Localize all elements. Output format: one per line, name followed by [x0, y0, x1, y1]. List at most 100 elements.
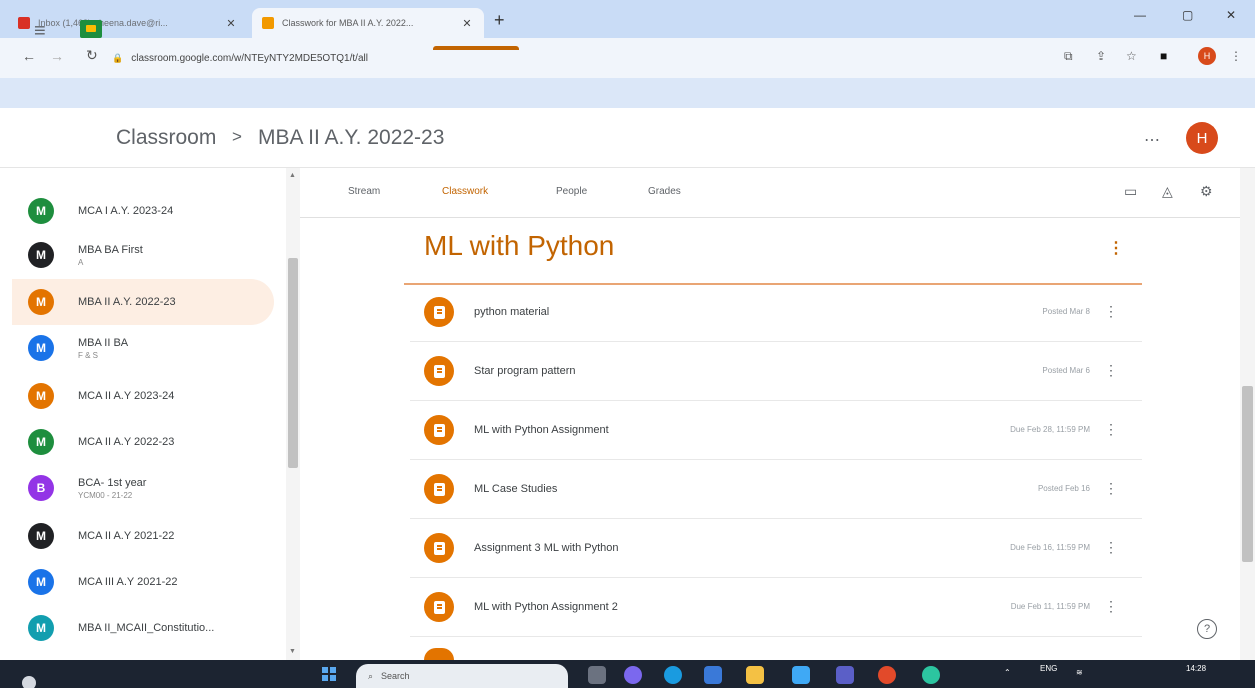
sidebar-item-class[interactable]: M MBA BA First A	[12, 232, 274, 278]
item-more-options-icon[interactable]: ⋮	[1104, 421, 1118, 438]
help-icon[interactable]: ?	[1197, 619, 1217, 639]
bookmarks-bar	[0, 78, 1255, 108]
chrome-icon[interactable]	[878, 666, 896, 684]
classwork-item[interactable]: Assignment 3 ML with Python Due Feb 16, …	[410, 519, 1142, 578]
browser-app-icon[interactable]	[922, 666, 940, 684]
classwork-item-title: ML Case Studies	[474, 483, 558, 495]
sidebar-item-class[interactable]: M MBA II BA F & S	[12, 325, 274, 371]
classroom-logo-icon[interactable]	[80, 20, 102, 38]
teams-icon[interactable]	[836, 666, 854, 684]
sidebar-item-label: MBA II BA	[78, 336, 129, 349]
sidebar-item-section: A	[78, 257, 84, 267]
item-more-options-icon[interactable]: ⋮	[1104, 598, 1118, 615]
main-scrollbar[interactable]	[1240, 168, 1255, 660]
browser-tab-title: Inbox (1,468) - heena.dave@ri...	[38, 18, 168, 28]
classwork-item[interactable]: ML with Python Assignment Due Feb 28, 11…	[410, 401, 1142, 460]
sidebar-item-class[interactable]: M MCA II A.Y 2022-23	[12, 419, 274, 465]
item-more-options-icon[interactable]: ⋮	[1104, 362, 1118, 379]
new-tab-button[interactable]: +	[494, 10, 505, 31]
apps-grid-icon[interactable]: ⋯	[1144, 130, 1160, 150]
classwork-item[interactable]: Star program pattern Posted Mar 6 ⋮	[410, 342, 1142, 401]
class-avatar: M	[28, 289, 54, 315]
close-tab-icon[interactable]: ✕	[224, 17, 238, 30]
clock-time[interactable]: 14:28	[1186, 664, 1206, 673]
tab-grades[interactable]: Grades	[648, 186, 681, 197]
reload-icon[interactable]: ↻	[86, 47, 98, 64]
browser-menu-icon[interactable]: ⋮	[1230, 49, 1242, 63]
wifi-icon[interactable]: ≋	[1076, 668, 1083, 677]
item-more-options-icon[interactable]: ⋮	[1104, 303, 1118, 320]
material-icon	[424, 297, 454, 327]
browser-tab-classroom[interactable]: Classwork for MBA II A.Y. 2022... ✕	[252, 8, 484, 38]
classwork-item[interactable]: ML Case Studies Posted Feb 16 ⋮	[410, 460, 1142, 519]
search-icon: ⌕	[368, 670, 374, 681]
classroom-favicon-icon	[262, 17, 274, 29]
sidebar-item-label: MBA II A.Y. 2022-23	[78, 296, 176, 308]
browser-tab-title: Classwork for MBA II A.Y. 2022...	[282, 18, 414, 28]
sidebar-item-class[interactable]: M MBA II_MCAII_Constitutio...	[12, 605, 274, 651]
forward-icon[interactable]: →	[50, 48, 64, 64]
minimize-icon[interactable]: —	[1134, 8, 1146, 22]
lock-icon: 🔒	[112, 52, 124, 63]
browser-profile-avatar[interactable]: H	[1198, 47, 1216, 65]
item-more-options-icon[interactable]: ⋮	[1104, 539, 1118, 556]
breadcrumb-class-name: MBA II A.Y. 2022-23	[258, 126, 445, 149]
sidebar-item-class[interactable]: M MCA I A.Y. 2023-24	[12, 188, 274, 234]
widgets-icon[interactable]	[22, 676, 36, 688]
account-avatar[interactable]: H	[1186, 122, 1218, 154]
bookmark-star-icon[interactable]: ☆	[1126, 49, 1137, 63]
breadcrumb-app-name[interactable]: Classroom	[116, 126, 216, 150]
tab-people[interactable]: People	[556, 186, 587, 197]
classwork-item-title: ML with Python Assignment 2	[474, 601, 618, 613]
topic-more-options-icon[interactable]: ⋮	[1108, 238, 1124, 258]
language-indicator[interactable]: ENG	[1040, 664, 1057, 673]
sidebar-item-class[interactable]: M MCA III A.Y 2021-22	[12, 559, 274, 605]
classwork-item-date: Posted Mar 8	[1042, 307, 1090, 316]
share-icon[interactable]: ⇪	[1096, 49, 1106, 63]
classwork-item-title: python material	[474, 306, 550, 318]
sidebar-item-label: MCA I A.Y. 2023-24	[78, 205, 174, 217]
file-explorer-icon[interactable]	[746, 666, 764, 684]
class-avatar: M	[28, 523, 54, 549]
window-close-icon[interactable]: ✕	[1226, 8, 1236, 22]
sidebar-item-class[interactable]: M MCA II A.Y 2021-22	[12, 513, 274, 559]
sidebar-scroll-thumb[interactable]	[288, 258, 298, 468]
sidebar-item-section: F & S	[78, 350, 99, 360]
pen-app-icon[interactable]	[792, 666, 810, 684]
classwork-item[interactable]: ML with Python Assignment 2 Due Feb 11, …	[410, 578, 1142, 637]
back-icon[interactable]: ←	[22, 48, 36, 64]
tab-classwork[interactable]: Classwork	[442, 186, 488, 197]
scroll-down-icon[interactable]: ▼	[289, 648, 296, 655]
main-scroll-thumb[interactable]	[1242, 386, 1253, 562]
classwork-item[interactable]: python material Posted Mar 8 ⋮	[410, 283, 1142, 342]
mail-app-icon[interactable]	[704, 666, 722, 684]
classwork-item-date: Due Feb 16, 11:59 PM	[1010, 543, 1090, 552]
tray-chevron-icon[interactable]: ⌃	[1004, 668, 1011, 677]
main-menu-icon[interactable]: ≡	[34, 20, 46, 43]
settings-gear-icon[interactable]: ⚙	[1200, 183, 1213, 200]
windows-start-icon[interactable]	[322, 667, 336, 681]
edge-icon[interactable]	[664, 666, 682, 684]
taskbar-search-placeholder: Search	[381, 671, 410, 681]
sidebar-item-class[interactable]: M MCA II A.Y 2023-24	[12, 373, 274, 419]
taskbar-search[interactable]: ⌕ Search	[356, 664, 568, 688]
sidebar-item-class-selected[interactable]: M MBA II A.Y. 2022-23	[12, 279, 274, 325]
address-bar[interactable]: 🔒 classroom.google.com/w/NTEyNTY2MDE5OTQ…	[112, 44, 1152, 72]
close-tab-icon[interactable]: ✕	[460, 17, 474, 30]
scroll-up-icon[interactable]: ▲	[289, 172, 296, 179]
class-avatar: M	[28, 569, 54, 595]
calendar-icon[interactable]: ▭	[1124, 183, 1137, 200]
sidepanel-icon[interactable]: ■	[1160, 49, 1167, 63]
classwork-item-date: Posted Feb 16	[1037, 484, 1090, 493]
maximize-icon[interactable]: ▢	[1182, 8, 1193, 22]
chat-icon[interactable]	[624, 666, 642, 684]
item-more-options-icon[interactable]: ⋮	[1104, 480, 1118, 497]
install-icon[interactable]: ⧉	[1064, 49, 1073, 64]
sidebar-scrollbar[interactable]: ▲ ▼	[286, 168, 300, 660]
tab-stream[interactable]: Stream	[348, 186, 380, 197]
class-tabs: Stream Classwork People Grades ▭ ◬ ⚙	[300, 168, 1240, 218]
sidebar: M MCA I A.Y. 2023-24 M MBA BA First A M M…	[0, 168, 300, 660]
taskview-icon[interactable]	[588, 666, 606, 684]
drive-folder-icon[interactable]: ◬	[1162, 183, 1173, 200]
sidebar-item-class[interactable]: B BCA- 1st year YCM00 - 21-22	[12, 465, 274, 511]
